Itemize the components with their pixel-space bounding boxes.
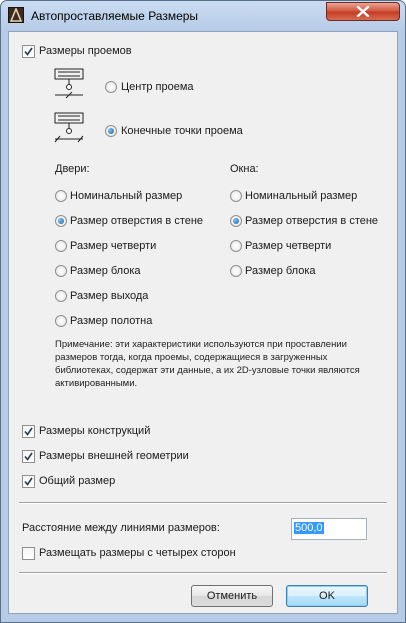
close-icon	[356, 6, 370, 17]
opening-endpoints-label: Конечные точки проема	[121, 125, 243, 137]
overall-label: Общий размер	[39, 475, 116, 487]
dialog-window: Автопроставляемые Размеры Размеры проемо…	[0, 0, 406, 623]
opening-endpoints-radio[interactable]	[105, 125, 117, 137]
note-text: Примечание: эти характеристики использую…	[55, 339, 360, 389]
checkmark-icon	[24, 477, 33, 486]
windows-radio-rebate[interactable]	[230, 240, 242, 252]
spacing-input[interactable]: 500,0	[291, 518, 367, 540]
opening-center-icon	[54, 68, 86, 103]
doors-radio-nominal[interactable]	[55, 190, 67, 202]
windows-radio-unit[interactable]	[230, 265, 242, 277]
cancel-button[interactable]: Отменить	[191, 585, 273, 607]
spacing-label: Расстояние между линиями размеров:	[22, 522, 220, 534]
external-geometry-label: Размеры внешней геометрии	[39, 450, 189, 462]
four-sides-checkbox[interactable]	[22, 547, 35, 560]
doors-label-rebate: Размер четверти	[70, 240, 157, 252]
separator	[19, 502, 387, 504]
openings-checkbox[interactable]	[22, 45, 35, 58]
windows-radio-nominal[interactable]	[230, 190, 242, 202]
overall-checkbox[interactable]	[22, 475, 35, 488]
separator	[19, 572, 387, 574]
doors-label-unit: Размер блока	[70, 265, 141, 277]
doors-radio-unit[interactable]	[55, 265, 67, 277]
doors-radio-rebate[interactable]	[55, 240, 67, 252]
checkmark-icon	[24, 452, 33, 461]
doors-header: Двери:	[55, 163, 90, 175]
spacing-input-value: 500,0	[294, 522, 324, 534]
window-title: Автопроставляемые Размеры	[31, 9, 199, 23]
openings-checkbox-label: Размеры проемов	[39, 45, 132, 57]
doors-radio-leaf[interactable]	[55, 315, 67, 327]
title-bar[interactable]: Автопроставляемые Размеры	[1, 1, 405, 31]
dialog-body: Размеры проемов Центр проема Конечные то…	[8, 31, 398, 614]
external-geometry-checkbox[interactable]	[22, 450, 35, 463]
doors-label-wall-opening: Размер отверстия в стене	[70, 215, 204, 227]
structures-checkbox[interactable]	[22, 425, 35, 438]
checkmark-icon	[24, 427, 33, 436]
opening-center-label: Центр проема	[121, 81, 194, 93]
four-sides-label: Размещать размеры с четырех сторон	[39, 547, 236, 559]
windows-label-wall-opening: Размер отверстия в стене	[245, 215, 379, 227]
windows-label-unit: Размер блока	[245, 265, 316, 277]
opening-center-radio[interactable]	[105, 81, 117, 93]
doors-label-leaf: Размер полотна	[70, 315, 153, 327]
ok-button[interactable]: OK	[286, 585, 368, 607]
close-button[interactable]	[326, 2, 400, 21]
windows-label-rebate: Размер четверти	[245, 240, 332, 252]
doors-label-egress: Размер выхода	[70, 290, 149, 302]
doors-label-nominal: Номинальный размер	[70, 190, 183, 202]
app-icon	[8, 7, 24, 23]
windows-label-nominal: Номинальный размер	[245, 190, 358, 202]
doors-radio-egress[interactable]	[55, 290, 67, 302]
windows-radio-wall-opening[interactable]	[230, 215, 242, 227]
structures-label: Размеры конструкций	[39, 425, 151, 437]
doors-radio-wall-opening[interactable]	[55, 215, 67, 227]
opening-endpoints-icon	[54, 112, 86, 147]
checkmark-icon	[24, 47, 33, 56]
windows-header: Окна:	[230, 163, 259, 175]
